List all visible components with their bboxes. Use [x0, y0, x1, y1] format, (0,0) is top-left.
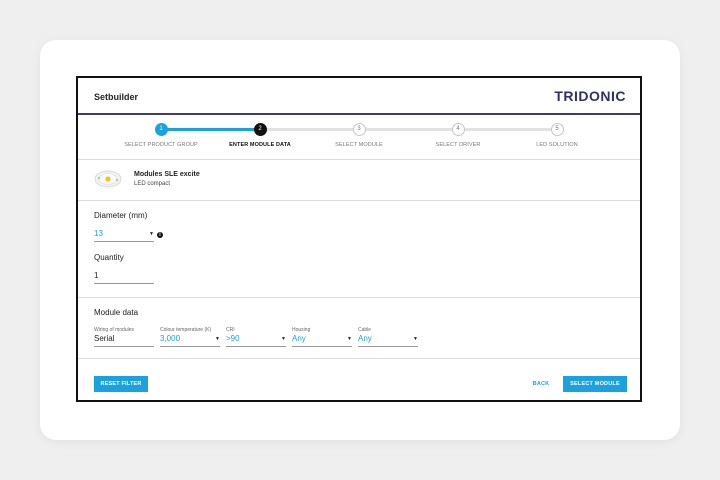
- setbuilder-window: Setbuilder TRIDONIC 1 SELECT PRODUCT GRO…: [76, 76, 642, 402]
- cri-value: >90: [226, 334, 240, 343]
- wiring-label: Wiring of modules: [94, 327, 135, 333]
- quantity-label: Quantity: [94, 253, 124, 262]
- chevron-down-icon: ▼: [149, 231, 154, 237]
- step-number: 3: [352, 123, 366, 136]
- quantity-value: 1: [94, 271, 99, 280]
- wiring-value: Serial: [94, 334, 115, 343]
- product-subtitle: LED compact: [134, 181, 171, 187]
- page-title: Setbuilder: [94, 92, 139, 102]
- step-number: 4: [451, 123, 465, 136]
- led-module-image: [94, 170, 122, 188]
- wiring-input[interactable]: Serial: [94, 334, 154, 347]
- colour-temperature-select[interactable]: 3,000 ▼: [160, 334, 220, 347]
- tridonic-logo[interactable]: TRIDONIC: [554, 88, 626, 104]
- step-led-solution[interactable]: 5 LED SOLUTION: [497, 115, 617, 148]
- step-number: 1: [154, 123, 168, 136]
- chevron-down-icon: ▼: [347, 336, 352, 342]
- header: Setbuilder TRIDONIC: [78, 78, 640, 115]
- step-number: 2: [253, 123, 267, 136]
- diameter-label: Diameter (mm): [94, 211, 148, 220]
- cable-label: Cable: [358, 327, 372, 333]
- cri-label: CRI: [226, 327, 235, 333]
- housing-select[interactable]: Any ▼: [292, 334, 352, 347]
- cri-select[interactable]: >90 ▼: [226, 334, 286, 347]
- colour-temperature-label: Colour temperature (K): [160, 327, 212, 333]
- housing-value: Any: [292, 334, 306, 343]
- stepper: 1 SELECT PRODUCT GROUP 2 ENTER MODULE DA…: [78, 115, 640, 160]
- product-name: Modules SLE excite: [134, 171, 200, 178]
- divider: [78, 297, 640, 298]
- chevron-down-icon: ▼: [413, 336, 418, 342]
- chevron-down-icon: ▼: [281, 336, 286, 342]
- info-icon[interactable]: i: [157, 232, 163, 238]
- divider: [78, 358, 640, 359]
- step-label: LED SOLUTION: [536, 142, 578, 148]
- housing-label: Housing: [292, 327, 311, 333]
- select-module-button[interactable]: SELECT MODULE: [563, 376, 627, 392]
- chevron-down-icon: ▼: [215, 336, 220, 342]
- cable-value: Any: [358, 334, 372, 343]
- back-button[interactable]: BACK: [528, 376, 554, 392]
- reset-filter-button[interactable]: RESET FILTER: [94, 376, 148, 392]
- diameter-value: 13: [94, 229, 103, 238]
- cable-select[interactable]: Any ▼: [358, 334, 418, 347]
- module-data-heading: Module data: [94, 308, 139, 317]
- quantity-input[interactable]: 1: [94, 271, 154, 284]
- colour-temperature-value: 3,000: [160, 334, 181, 343]
- selected-product: Modules SLE excite LED compact: [78, 160, 640, 201]
- diameter-select[interactable]: 13 ▼: [94, 229, 154, 242]
- step-number: 5: [550, 123, 564, 136]
